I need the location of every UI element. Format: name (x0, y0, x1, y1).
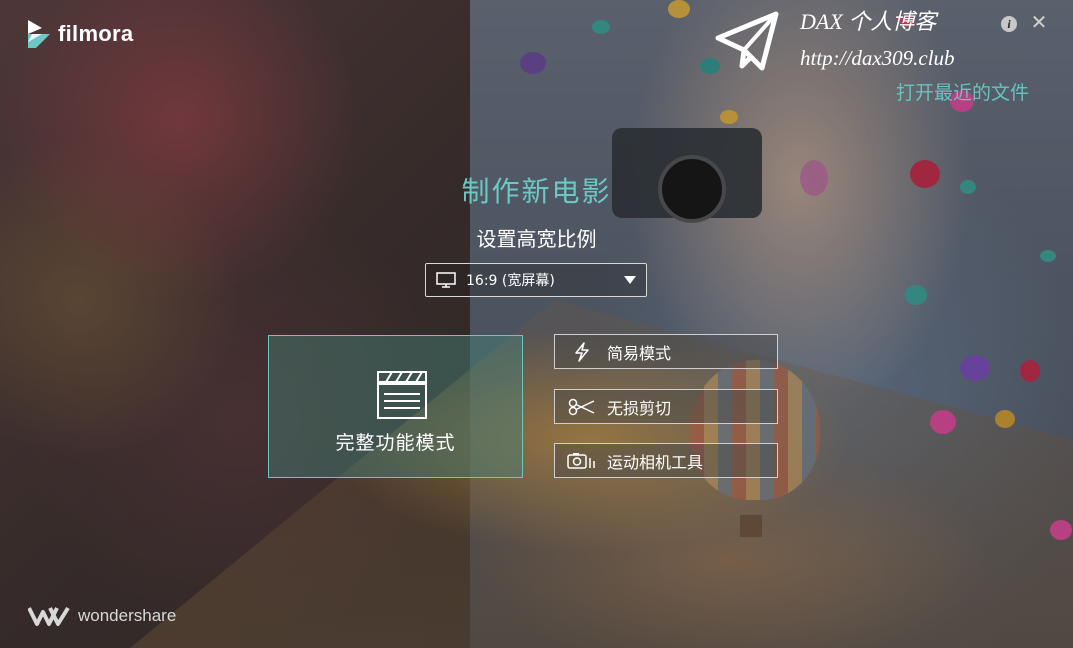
easy-mode-label: 简易模式 (607, 343, 672, 363)
page-title: 制作新电影 (461, 175, 612, 208)
vendor-name: wondershare (78, 606, 177, 625)
full-feature-mode-button[interactable]: 完整功能模式 (268, 335, 523, 478)
easy-mode-button[interactable]: 简易模式 (554, 334, 778, 369)
top-bar: filmora DAX 个人博客 http://dax309.club i ✕ … (0, 0, 1073, 104)
action-camera-icon (567, 450, 597, 472)
filmora-logo-icon (28, 20, 50, 48)
app-name: filmora (58, 21, 134, 46)
instant-cutter-button[interactable]: 无损剪切 (554, 389, 778, 424)
instant-cutter-label: 无损剪切 (607, 398, 672, 418)
lightning-icon (567, 341, 597, 363)
paper-plane-icon (715, 11, 779, 71)
info-icon[interactable]: i (1001, 16, 1017, 32)
clapperboard-icon (377, 371, 427, 419)
aspect-ratio-select[interactable]: 16:9 (宽屏幕) (425, 263, 647, 297)
aspect-ratio-value: 16:9 (宽屏幕) (466, 273, 555, 289)
full-feature-mode-label: 完整功能模式 (335, 432, 456, 454)
wondershare-logo: wondershare (28, 604, 176, 628)
action-cam-tool-button[interactable]: 运动相机工具 (554, 443, 778, 478)
monitor-icon (436, 272, 456, 288)
watermark-url: http://dax309.club (800, 46, 955, 70)
chevron-down-icon (624, 276, 636, 284)
action-cam-tool-label: 运动相机工具 (607, 452, 704, 472)
aspect-ratio-label: 设置高宽比例 (476, 227, 597, 251)
filmora-logo: filmora (28, 20, 133, 48)
watermark-title: DAX 个人博客 (800, 9, 937, 34)
wondershare-logo-icon (28, 606, 70, 626)
recent-files-link[interactable]: 打开最近的文件 (896, 78, 1029, 105)
scissors-icon (567, 396, 597, 418)
close-icon[interactable]: ✕ (1029, 12, 1049, 32)
